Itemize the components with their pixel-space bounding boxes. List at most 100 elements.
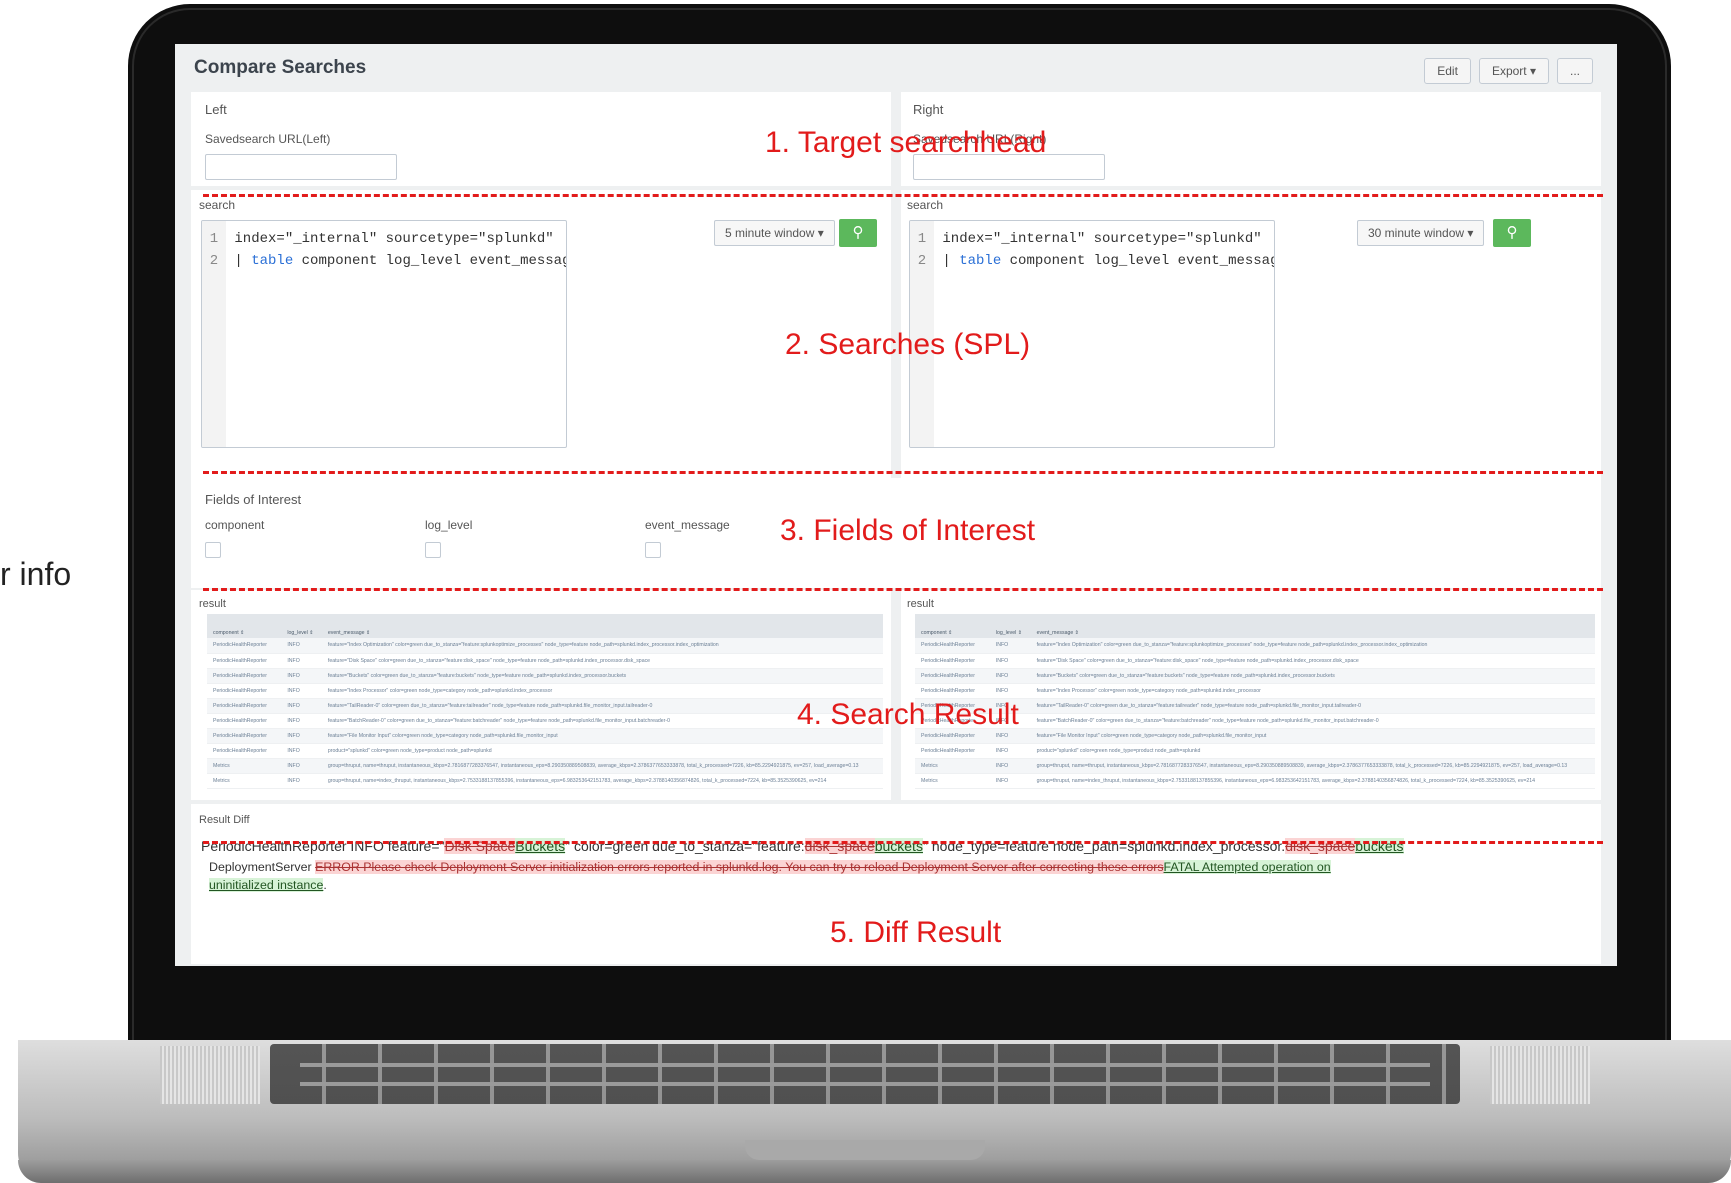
- table-cell: PeriodicHealthReporter: [207, 698, 282, 714]
- table-cell: INFO: [989, 743, 1031, 759]
- page-title: Compare Searches: [194, 57, 367, 78]
- table-row: PeriodicHealthReporter INFO product="splun…: [915, 743, 1595, 759]
- table-cell: PeriodicHealthReporter: [207, 728, 282, 744]
- table-header-row: component ⇕ log_level ⇕ event_message ⇕: [207, 614, 883, 638]
- diff-line: uninitialized instance.: [209, 878, 327, 892]
- trackpad-notch: [745, 1140, 985, 1160]
- right-result-label: result: [907, 598, 934, 610]
- column-header[interactable]: event_message ⇕: [1030, 614, 1595, 638]
- table-row: PeriodicHealthReporter INFO feature="Index…: [915, 638, 1595, 654]
- section-divider-line: [203, 194, 1603, 197]
- right-time-window-dropdown[interactable]: 30 minute window ▾: [1357, 220, 1485, 246]
- table-cell: feature="Index Optimization" color=green…: [1030, 638, 1595, 654]
- table-row: PeriodicHealthReporter INFO feature="Disk …: [915, 653, 1595, 669]
- table-row: PeriodicHealthReporter INFO feature="Index…: [207, 638, 883, 654]
- left-result-label: result: [199, 598, 226, 610]
- search-icon: ⚲: [852, 224, 864, 241]
- table-cell: PeriodicHealthReporter: [207, 743, 282, 759]
- table-cell: feature="Index Processor" color=green no…: [321, 683, 883, 699]
- section-divider-line: [203, 588, 1603, 591]
- left-time-window-dropdown[interactable]: 5 minute window ▾: [714, 220, 835, 246]
- spl-args: component log_level event_message: [301, 253, 567, 269]
- speaker-grille-right: [1490, 1046, 1590, 1104]
- fields-title: Fields of Interest: [205, 492, 302, 507]
- spl-keyword: table: [251, 253, 294, 269]
- field-checkbox-log-level[interactable]: [425, 542, 441, 558]
- table-cell: INFO: [989, 683, 1031, 699]
- field-checkbox-component[interactable]: [205, 542, 221, 558]
- editor-line: 2 | table component log_level event_mess…: [917, 253, 1275, 269]
- column-header[interactable]: log_level ⇕: [281, 614, 322, 638]
- keyboard-row: [300, 1063, 1430, 1067]
- table-cell: INFO: [989, 758, 1031, 774]
- table-cell: feature="TailReader-0" color=green due_t…: [1030, 698, 1595, 714]
- annotation-searches-spl: 2. Searches (SPL): [785, 328, 1031, 361]
- table-row: PeriodicHealthReporter INFO feature="Disk …: [207, 653, 883, 669]
- section-divider-line: [203, 471, 1603, 474]
- speaker-grille-left: [160, 1046, 260, 1104]
- table-cell: INFO: [281, 713, 322, 729]
- table-cell: INFO: [281, 683, 322, 699]
- column-header[interactable]: log_level ⇕: [989, 614, 1031, 638]
- table-cell: PeriodicHealthReporter: [915, 653, 990, 669]
- spl-keyword: table: [959, 253, 1002, 269]
- left-search-label: search: [199, 198, 236, 212]
- table-cell: PeriodicHealthReporter: [915, 683, 990, 699]
- table-cell: INFO: [989, 773, 1031, 789]
- table-cell: INFO: [989, 638, 1031, 654]
- edit-button[interactable]: Edit: [1424, 58, 1471, 84]
- table-cell: PeriodicHealthReporter: [915, 668, 990, 684]
- table-cell: PeriodicHealthReporter: [207, 638, 282, 654]
- table-row: Metrics INFO group=thruput, name=index_thr…: [207, 773, 883, 789]
- editor-line: 2 | table component log_level event_mess…: [202, 253, 567, 273]
- table-cell: product="splunkd" color=green node_type=…: [1030, 743, 1595, 759]
- left-url-input[interactable]: [205, 154, 397, 180]
- section-divider-line: [203, 841, 1603, 844]
- column-header[interactable]: event_message ⇕: [321, 614, 883, 638]
- left-url-label: Savedsearch URL(Left): [205, 132, 331, 146]
- table-cell: INFO: [989, 668, 1031, 684]
- right-result-panel: result component ⇕ log_level ⇕ event_messa…: [901, 590, 1601, 800]
- annotation-fields-of-interest: 3. Fields of Interest: [780, 514, 1036, 547]
- table-row: PeriodicHealthReporter INFO feature="Bucke…: [207, 668, 883, 684]
- more-button[interactable]: ...: [1556, 58, 1593, 84]
- right-title: Right: [913, 102, 944, 117]
- dashboard-screen: Compare Searches Edit Export ▾ ... Left …: [175, 44, 1617, 966]
- table-cell: feature="Index Processor" color=green no…: [1030, 683, 1595, 699]
- table-cell: INFO: [281, 728, 322, 744]
- annotation-target-searchhead: 1. Target searchhead: [765, 126, 1047, 159]
- column-header[interactable]: component ⇕: [207, 614, 282, 638]
- diff-line: DeploymentServer ERROR Please check Depl…: [209, 860, 1331, 874]
- export-button[interactable]: Export ▾: [1478, 58, 1549, 84]
- table-cell: INFO: [281, 638, 322, 654]
- table-cell: INFO: [281, 668, 322, 684]
- table-row: PeriodicHealthReporter INFO feature="Index…: [915, 683, 1595, 699]
- left-result-table: component ⇕ log_level ⇕ event_message ⇕ Per…: [207, 614, 883, 789]
- column-header[interactable]: component ⇕: [915, 614, 990, 638]
- field-label: log_level: [425, 518, 473, 532]
- dashboard-header: Compare Searches Edit Export ▾ ...: [175, 44, 1617, 92]
- table-cell: Metrics: [207, 773, 282, 789]
- table-cell: Metrics: [915, 758, 990, 774]
- table-cell: group=thruput, name=thruput, instantaneo…: [1030, 758, 1595, 774]
- table-row: Metrics INFO group=thruput, name=index_thr…: [915, 773, 1595, 789]
- table-cell: feature="Buckets" color=green due_to_sta…: [1030, 668, 1595, 684]
- diff-title: Result Diff: [199, 814, 250, 826]
- table-cell: group=thruput, name=thruput, instantaneo…: [321, 758, 883, 774]
- field-label: component: [205, 518, 265, 532]
- field-checkbox-event-message[interactable]: [645, 542, 661, 558]
- table-cell: INFO: [281, 698, 322, 714]
- left-result-panel: result component ⇕ log_level ⇕ event_messa…: [191, 590, 891, 800]
- left-search-button[interactable]: ⚲: [839, 219, 877, 247]
- annotation-diff-result: 5. Diff Result: [830, 916, 1002, 949]
- table-row: PeriodicHealthReporter INFO feature="Batch…: [207, 713, 883, 729]
- table-row: PeriodicHealthReporter INFO feature="File …: [207, 728, 883, 744]
- right-search-button[interactable]: ⚲: [1493, 219, 1531, 247]
- left-spl-editor[interactable]: 1 index="_internal" sourcetype="splunkd"…: [201, 220, 567, 448]
- table-row: PeriodicHealthReporter INFO feature="Bucke…: [915, 668, 1595, 684]
- table-cell: feature="Disk Space" color=green due_to_…: [321, 653, 883, 669]
- table-row: Metrics INFO group=thruput, name=thruput, …: [915, 758, 1595, 774]
- keyboard-row: [300, 1082, 1430, 1086]
- table-cell: group=thruput, name=index_thruput, insta…: [1030, 773, 1595, 789]
- annotation-search-result: 4. Search Result: [797, 698, 1019, 731]
